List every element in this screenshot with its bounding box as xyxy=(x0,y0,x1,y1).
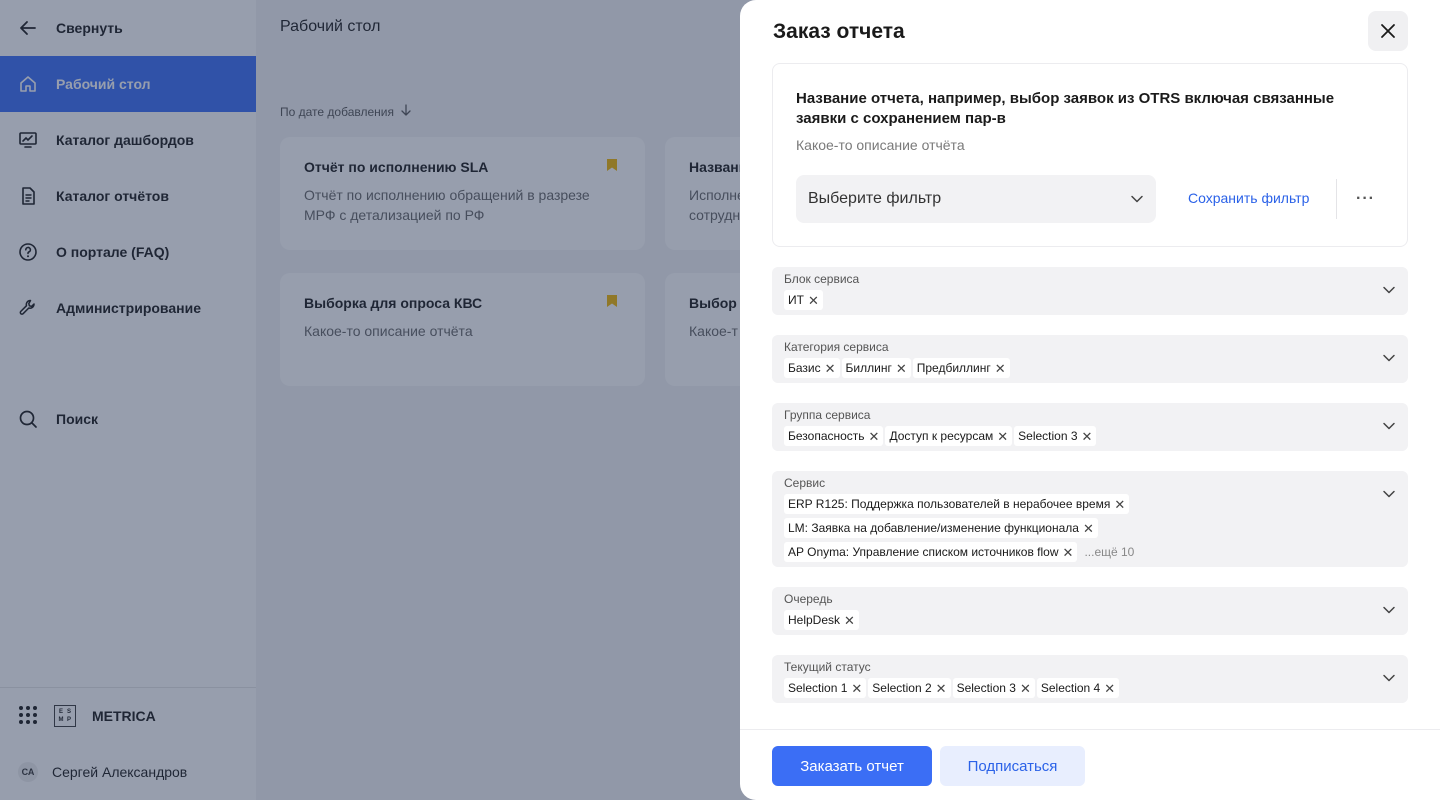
chip: Selection 2 ✕ xyxy=(868,678,951,698)
remove-chip-icon[interactable]: ✕ xyxy=(1082,430,1093,443)
remove-chip-icon[interactable]: ✕ xyxy=(1114,498,1125,511)
remove-chip-icon[interactable]: ✕ xyxy=(896,362,907,375)
more-chips-counter[interactable]: ...ещё 10 xyxy=(1079,542,1134,562)
remove-chip-icon[interactable]: ✕ xyxy=(844,614,855,627)
order-report-button[interactable]: Заказать отчет xyxy=(772,746,932,786)
remove-chip-icon[interactable]: ✕ xyxy=(936,682,947,695)
subscribe-button[interactable]: Подписаться xyxy=(940,746,1085,786)
field-label: Очередь xyxy=(784,592,833,606)
remove-chip-icon[interactable]: ✕ xyxy=(1020,682,1031,695)
remove-chip-icon[interactable]: ✕ xyxy=(851,682,862,695)
field-label: Текущий статус xyxy=(784,660,871,674)
chip: Базис ✕ xyxy=(784,358,840,378)
chip: Доступ к ресурсам ✕ xyxy=(885,426,1013,446)
filter-select-value: Выберите фильтр xyxy=(808,190,942,207)
chevron-down-icon[interactable] xyxy=(1382,603,1396,617)
remove-chip-icon[interactable]: ✕ xyxy=(1083,522,1094,535)
report-description: Какое-то описание отчёта xyxy=(796,137,965,153)
panel-footer: Заказать отчет Подписаться xyxy=(740,729,1440,800)
service-group-field[interactable]: Группа сервиса Безопасность ✕ Доступ к ре… xyxy=(772,403,1408,451)
more-options-button[interactable]: ··· xyxy=(1356,190,1375,208)
chip: Предбиллинг ✕ xyxy=(912,358,1010,378)
divider xyxy=(1336,179,1337,219)
current-status-field[interactable]: Текущий статус Selection 1 ✕ Selection 2 ✕… xyxy=(772,655,1408,703)
filter-select[interactable]: Выберите фильтр xyxy=(796,175,1156,223)
chip: Selection 4 ✕ xyxy=(1036,678,1120,698)
chip: Selection 1 ✕ xyxy=(784,678,867,698)
remove-chip-icon[interactable]: ✕ xyxy=(997,430,1008,443)
chevron-down-icon[interactable] xyxy=(1382,283,1396,297)
chevron-down-icon[interactable] xyxy=(1382,351,1396,365)
report-name: Название отчета, например, выбор заявок … xyxy=(796,90,1335,127)
remove-chip-icon[interactable]: ✕ xyxy=(825,362,836,375)
chevron-down-icon[interactable] xyxy=(1382,419,1396,433)
field-label: Сервис xyxy=(784,476,826,490)
remove-chip-icon[interactable]: ✕ xyxy=(869,430,880,443)
chip: HelpDesk ✕ xyxy=(784,610,859,630)
service-category-field[interactable]: Категория сервиса Базис ✕ Биллинг ✕ Предби… xyxy=(772,335,1408,383)
close-button[interactable] xyxy=(1368,11,1408,51)
chevron-down-icon xyxy=(1131,195,1143,203)
field-label: Группа сервиса xyxy=(784,408,871,422)
chip: Selection 3 ✕ xyxy=(952,678,1035,698)
chip: ERP R125: Поддержка пользователей в нера… xyxy=(784,494,1130,514)
service-block-field[interactable]: Блок сервиса ИТ ✕ xyxy=(772,267,1408,315)
remove-chip-icon[interactable]: ✕ xyxy=(1104,682,1115,695)
field-label: Категория сервиса xyxy=(784,340,889,354)
remove-chip-icon[interactable]: ✕ xyxy=(995,362,1006,375)
queue-field[interactable]: Очередь HelpDesk ✕ xyxy=(772,587,1408,635)
chevron-down-icon[interactable] xyxy=(1382,487,1396,501)
close-icon xyxy=(1381,24,1395,38)
chip: Биллинг ✕ xyxy=(841,358,911,378)
chip: LM: Заявка на добавление/изменение функц… xyxy=(784,518,1098,538)
remove-chip-icon[interactable]: ✕ xyxy=(808,294,819,307)
service-field[interactable]: Сервис ERP R125: Поддержка пользователей… xyxy=(772,471,1408,567)
field-label: Блок сервиса xyxy=(784,272,860,286)
chip: ИТ ✕ xyxy=(784,290,823,310)
save-filter-button[interactable]: Сохранить фильтр xyxy=(1188,190,1309,206)
chevron-down-icon[interactable] xyxy=(1382,671,1396,685)
panel-title: Заказ отчета xyxy=(773,20,905,43)
remove-chip-icon[interactable]: ✕ xyxy=(1063,546,1074,559)
chip: Selection 3 ✕ xyxy=(1014,426,1097,446)
chip: AP Onyma: Управление списком источников … xyxy=(784,542,1078,562)
chip: Безопасность ✕ xyxy=(784,426,884,446)
report-info-card: Название отчета, например, выбор заявок … xyxy=(772,63,1408,247)
order-report-panel: Заказ отчета Название отчета, например, … xyxy=(740,0,1440,800)
